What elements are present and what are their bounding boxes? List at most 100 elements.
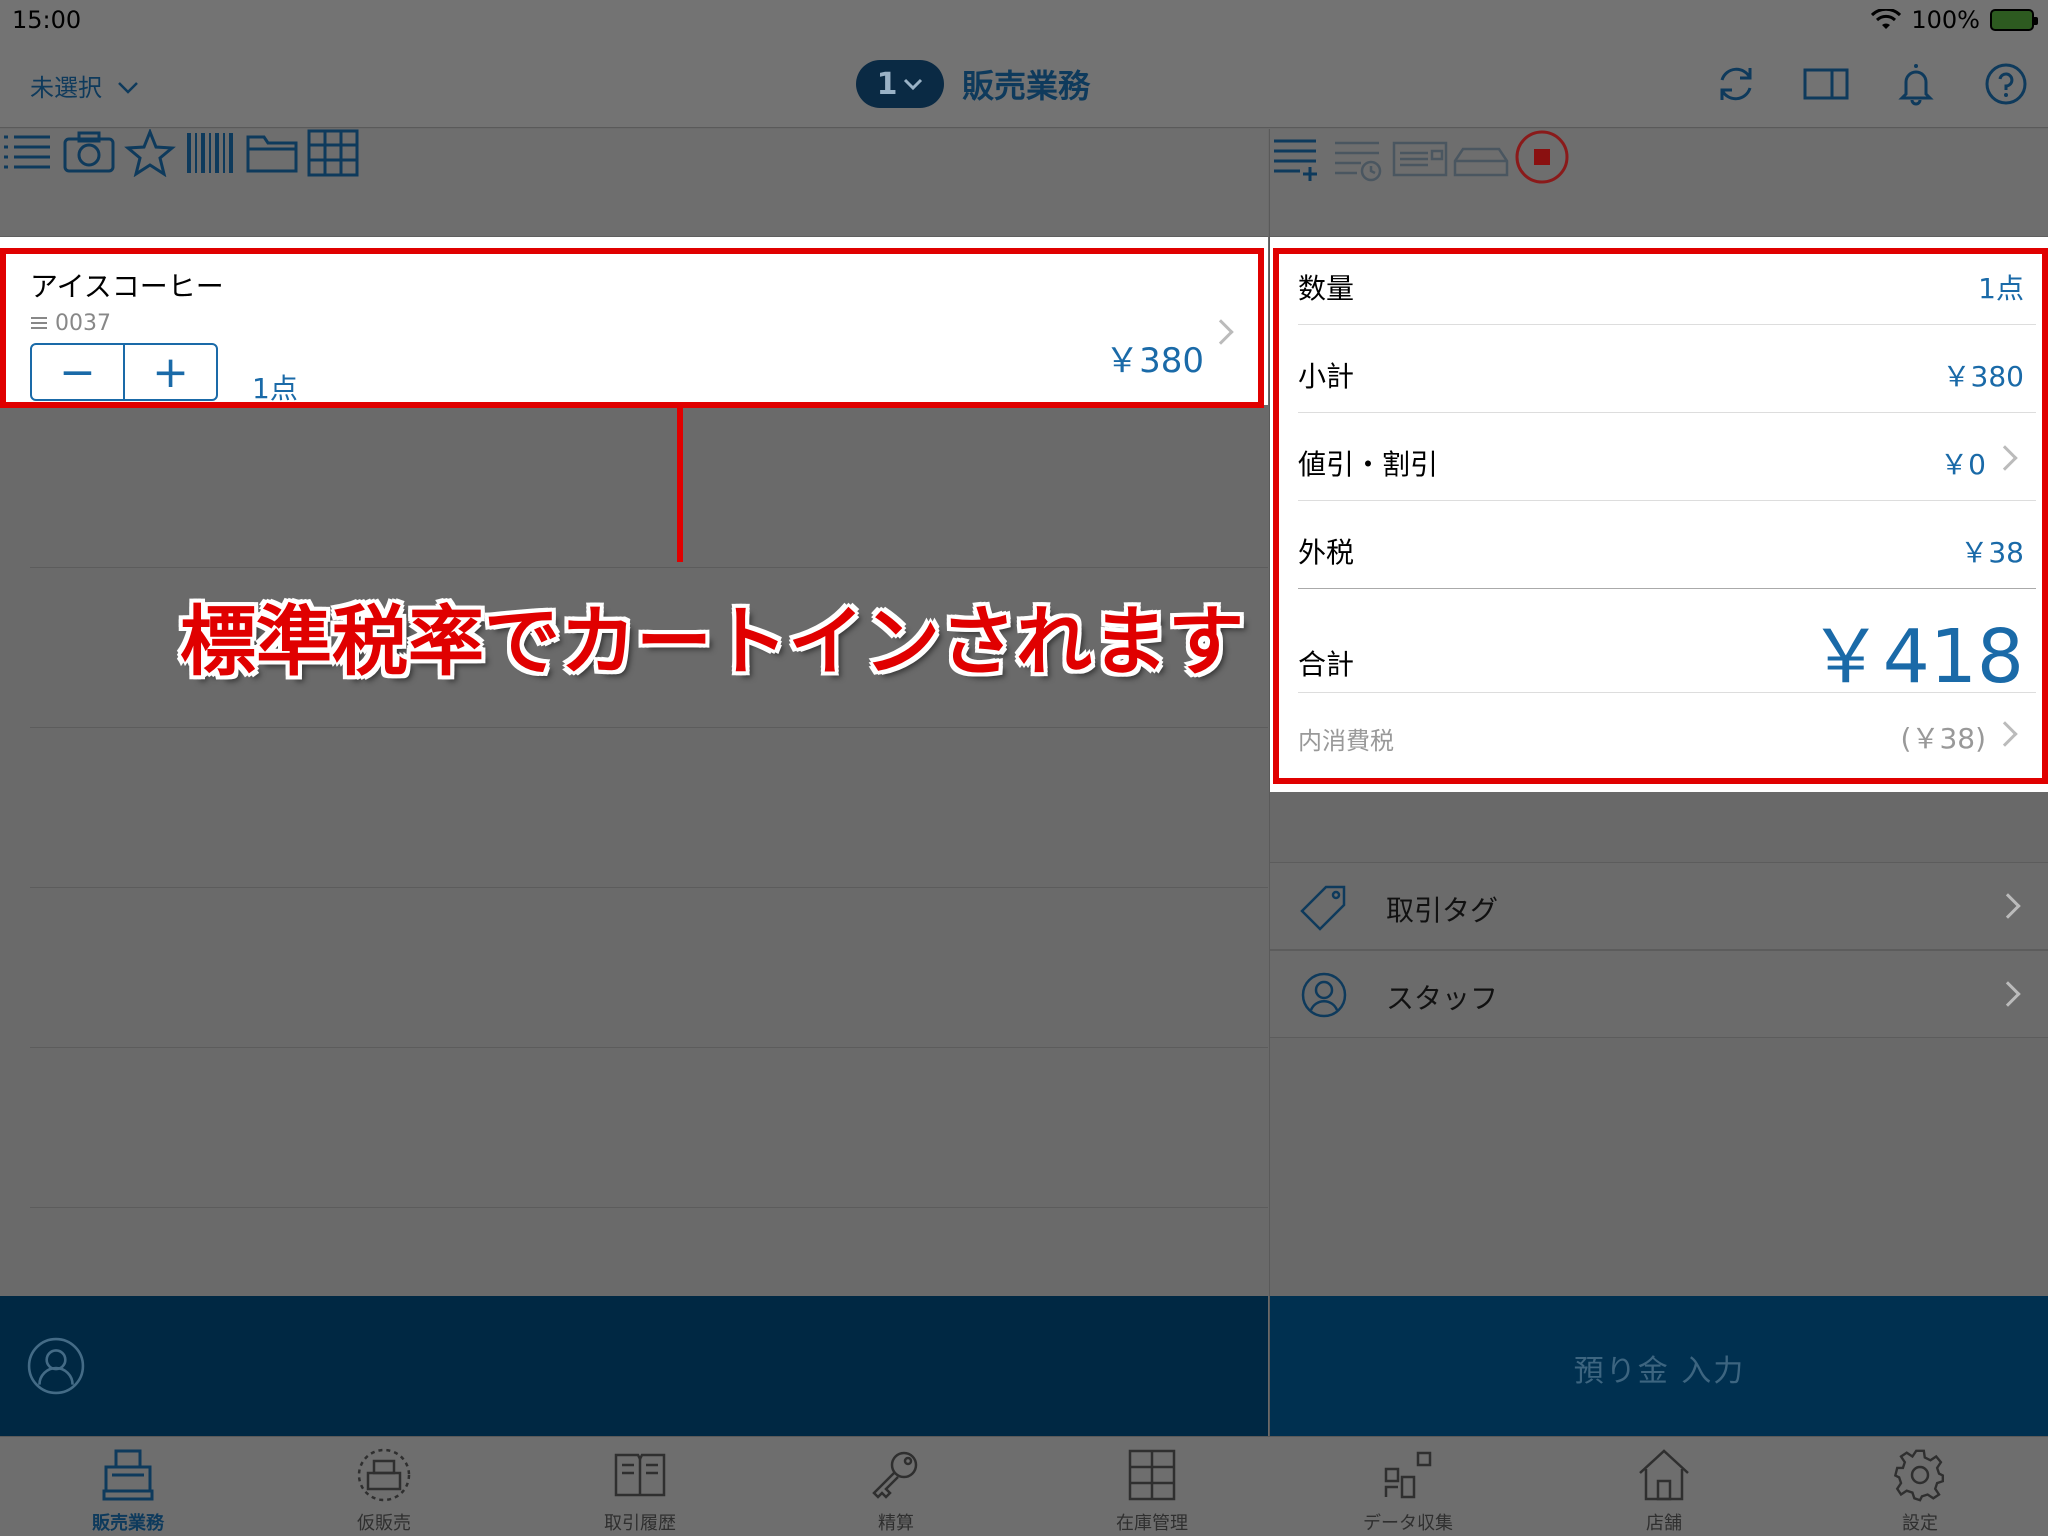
tax-value: ￥38 bbox=[1960, 536, 2024, 569]
chevron-right-icon bbox=[1992, 445, 2018, 471]
store-selector[interactable]: 未選択 bbox=[30, 68, 140, 103]
deposit-input-button[interactable]: 預り金 入力 bbox=[1270, 1296, 2048, 1436]
gear-icon bbox=[1893, 1449, 1945, 1502]
chevron-right-icon bbox=[1208, 319, 1234, 345]
divider bbox=[30, 727, 1268, 728]
list-clock-icon[interactable] bbox=[1331, 135, 1387, 185]
stop-recording-icon[interactable] bbox=[1514, 129, 1570, 185]
tag-icon bbox=[1300, 885, 1346, 931]
chevron-right-icon bbox=[1995, 893, 2021, 919]
battery-percent: 100% bbox=[1911, 6, 1980, 34]
status-time: 15:00 bbox=[12, 6, 82, 34]
tab-history[interactable]: 取引履歴 bbox=[512, 1437, 768, 1536]
summary-quantity-row: 数量 1点 bbox=[1298, 237, 2036, 325]
battery-icon bbox=[1990, 9, 2038, 31]
tab-label: 在庫管理 bbox=[1116, 1513, 1188, 1534]
transaction-tag-label: 取引タグ bbox=[1386, 894, 1499, 927]
inventory-icon bbox=[1128, 1449, 1176, 1501]
receipt-card-icon[interactable] bbox=[1392, 135, 1448, 185]
summary-subtotal-row: 小計 ￥380 bbox=[1298, 325, 2036, 413]
deposit-label: 預り金 入力 bbox=[1573, 1354, 1746, 1389]
increment-button[interactable]: + bbox=[125, 345, 216, 399]
order-summary: 数量 1点 小計 ￥380 値引・割引 ￥0 外税 ￥38 合計 ￥418 内消… bbox=[1270, 237, 2048, 792]
quantity-value: 1点 bbox=[1978, 272, 2024, 305]
chevron-down-icon bbox=[904, 78, 923, 91]
tab-label: 取引履歴 bbox=[604, 1513, 676, 1534]
discount-label: 値引・割引 bbox=[1298, 448, 1439, 481]
summary-discount-row[interactable]: 値引・割引 ￥0 bbox=[1298, 413, 2036, 501]
store-selector-label: 未選択 bbox=[30, 74, 102, 102]
total-value: ￥418 bbox=[1808, 614, 2024, 700]
register-icon bbox=[102, 1449, 154, 1501]
tab-bar: 販売業務 仮販売 取引履歴 精算 在庫管理 データ収集 店舗 設定 bbox=[0, 1436, 2048, 1536]
nav-bar: 未選択 1 販売業務 bbox=[0, 40, 2048, 128]
inner-tax-label: 内消費税 bbox=[1298, 727, 1394, 755]
sync-icon[interactable] bbox=[1712, 60, 1760, 108]
annotation-text: 標準税率でカートインされます bbox=[180, 597, 1244, 686]
history-icon bbox=[614, 1453, 666, 1497]
transaction-tag-row[interactable]: 取引タグ bbox=[1270, 862, 2048, 950]
tab-settings[interactable]: 設定 bbox=[1792, 1437, 2048, 1536]
bell-icon[interactable] bbox=[1892, 60, 1940, 108]
divider bbox=[30, 887, 1268, 888]
folder-icon[interactable] bbox=[244, 129, 300, 177]
cart-item-code-text: 0037 bbox=[55, 311, 111, 336]
register-number: 1 bbox=[876, 66, 898, 102]
total-label: 合計 bbox=[1298, 648, 1355, 681]
tab-label: 店舗 bbox=[1646, 1513, 1682, 1534]
product-toolbar bbox=[0, 127, 1268, 237]
add-list-icon[interactable] bbox=[1270, 135, 1326, 185]
tab-label: 精算 bbox=[878, 1513, 914, 1534]
menu-lines-icon bbox=[31, 317, 47, 329]
grid-icon[interactable] bbox=[305, 129, 361, 177]
barcode-icon[interactable] bbox=[183, 129, 239, 177]
page-title: 販売業務 bbox=[962, 67, 1091, 105]
quantity-label: 数量 bbox=[1298, 272, 1355, 305]
camera-icon[interactable] bbox=[61, 129, 117, 177]
staff-icon bbox=[1301, 972, 1347, 1018]
customer-avatar-icon[interactable] bbox=[27, 1337, 85, 1395]
cart-item-price: ￥380 bbox=[1105, 341, 1204, 381]
cart-item-qty: 1点 bbox=[252, 372, 298, 405]
cart-item-name: アイスコーヒー bbox=[30, 270, 224, 303]
help-icon[interactable] bbox=[1982, 60, 2030, 108]
tab-label: 設定 bbox=[1902, 1513, 1938, 1534]
divider bbox=[30, 567, 1268, 568]
tab-data-collection[interactable]: データ収集 bbox=[1280, 1437, 1536, 1536]
subtotal-label: 小計 bbox=[1298, 360, 1355, 393]
register-selector[interactable]: 1 bbox=[856, 60, 944, 108]
summary-toolbar bbox=[1270, 129, 2048, 237]
tab-inventory[interactable]: 在庫管理 bbox=[1024, 1437, 1280, 1536]
staff-label: スタッフ bbox=[1386, 982, 1499, 1015]
drawer-icon[interactable] bbox=[1453, 135, 1509, 185]
summary-tax-row: 外税 ￥38 bbox=[1298, 501, 2036, 589]
divider bbox=[30, 1207, 1268, 1208]
star-icon[interactable] bbox=[122, 127, 178, 178]
tab-store[interactable]: 店舗 bbox=[1536, 1437, 1792, 1536]
quantity-stepper: − + bbox=[30, 343, 218, 401]
cart-panel: アイスコーヒー 0037 − + 1点 ￥380 bbox=[0, 127, 1268, 1436]
list-icon[interactable] bbox=[0, 129, 56, 177]
tab-label: データ収集 bbox=[1363, 1513, 1453, 1534]
tax-label: 外税 bbox=[1298, 536, 1355, 569]
key-icon bbox=[872, 1451, 918, 1499]
tab-sales[interactable]: 販売業務 bbox=[0, 1437, 256, 1536]
summary-inner-tax-row[interactable]: 内消費税 (￥38) bbox=[1298, 693, 2036, 773]
summary-panel: 数量 1点 小計 ￥380 値引・割引 ￥0 外税 ￥38 合計 ￥418 内消… bbox=[1269, 129, 2048, 1436]
tab-label: 仮販売 bbox=[357, 1513, 411, 1534]
summary-total-row: 合計 ￥418 bbox=[1298, 589, 2036, 700]
data-icon bbox=[1384, 1451, 1432, 1499]
customer-bar bbox=[0, 1296, 1268, 1436]
staff-row[interactable]: スタッフ bbox=[1270, 950, 2048, 1038]
tab-label: 販売業務 bbox=[92, 1513, 164, 1534]
cart-item-code: 0037 bbox=[30, 311, 111, 336]
split-view-icon[interactable] bbox=[1802, 60, 1850, 108]
tab-temp-sale[interactable]: 仮販売 bbox=[256, 1437, 512, 1536]
chevron-right-icon bbox=[1992, 721, 2018, 747]
decrement-button[interactable]: − bbox=[32, 345, 125, 399]
discount-value: ￥0 bbox=[1940, 448, 1986, 481]
cart-item[interactable]: アイスコーヒー 0037 − + 1点 ￥380 bbox=[0, 237, 1268, 405]
tab-settlement[interactable]: 精算 bbox=[768, 1437, 1024, 1536]
annotation-line bbox=[677, 402, 683, 562]
chevron-right-icon bbox=[1995, 981, 2021, 1007]
